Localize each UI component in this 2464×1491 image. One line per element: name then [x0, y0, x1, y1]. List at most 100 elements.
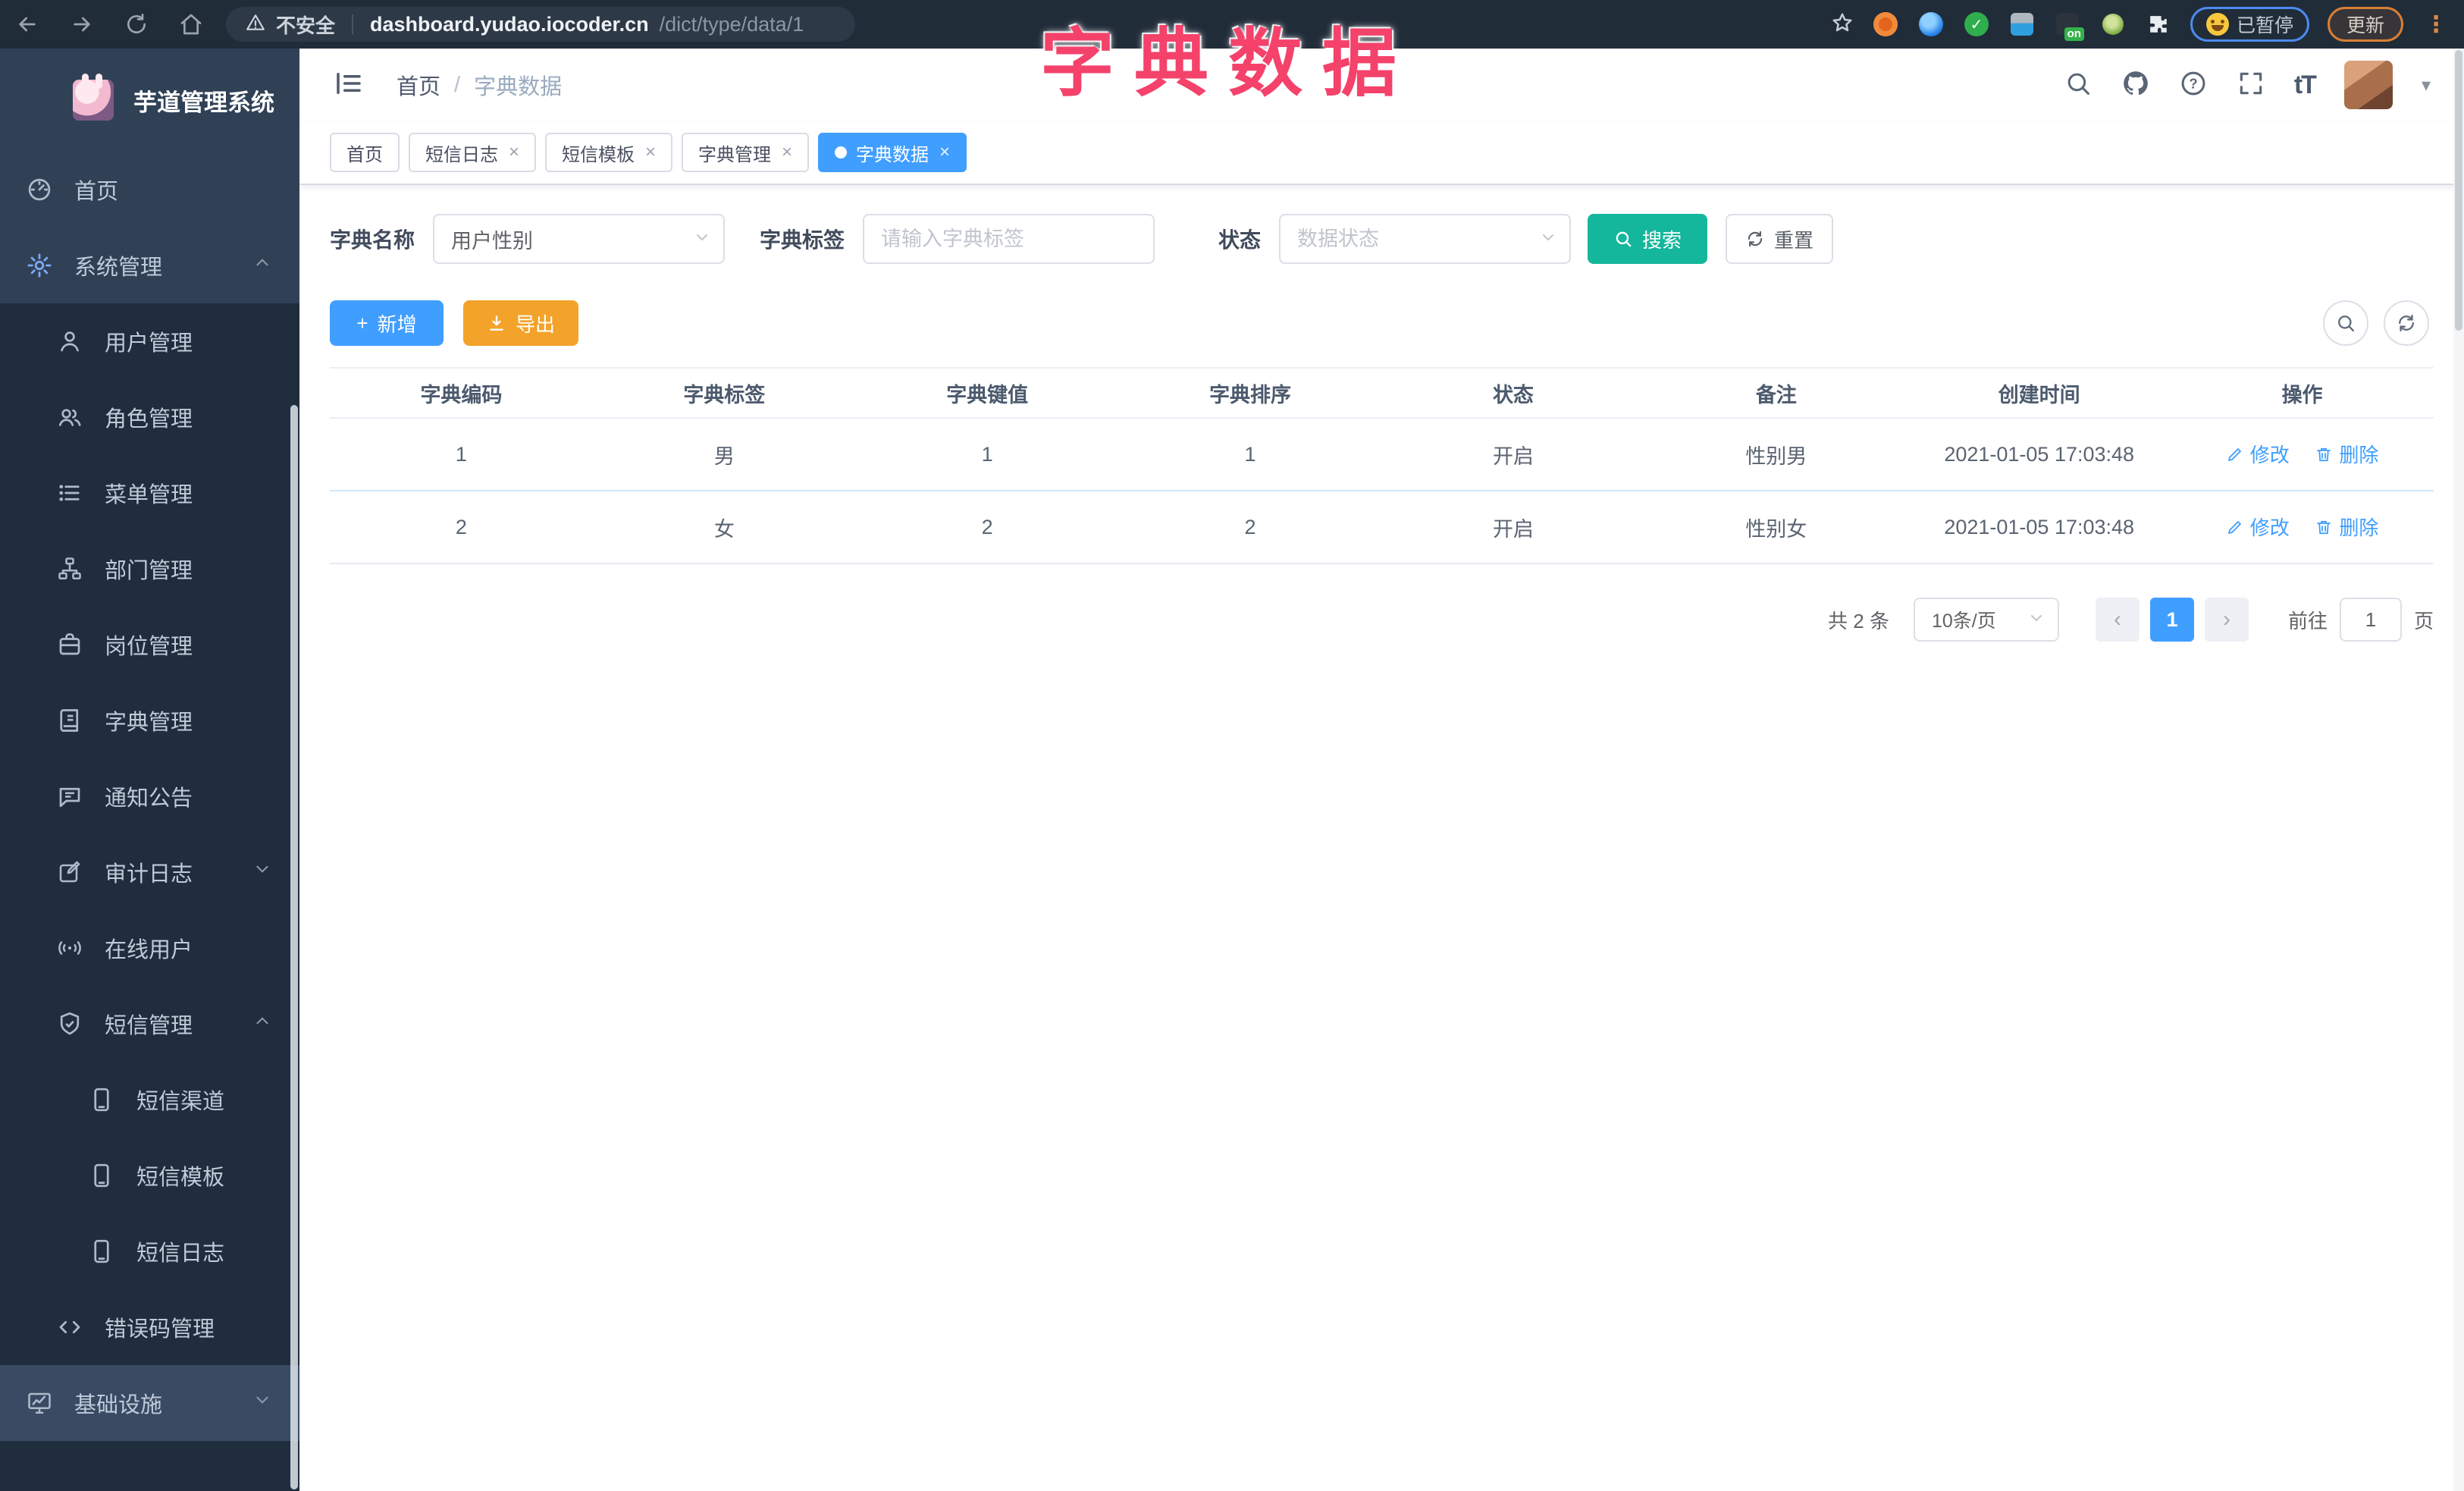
fullscreen-icon[interactable]	[2237, 69, 2265, 102]
search-icon[interactable]	[2064, 69, 2093, 102]
sidebar-bottom-strip	[0, 1441, 299, 1491]
github-icon[interactable]	[2121, 69, 2150, 102]
cell-dict-code: 1	[330, 418, 593, 491]
edit-link[interactable]: 修改	[2226, 513, 2290, 541]
avatar[interactable]	[2343, 61, 2393, 109]
browser-menu-icon[interactable]: ⋮	[2422, 11, 2450, 38]
goto-page-input[interactable]	[2339, 598, 2402, 642]
dict-name-select-value[interactable]	[451, 227, 707, 251]
search-button[interactable]: 搜索	[1588, 214, 1708, 264]
col-header: 创建时间	[1908, 367, 2171, 419]
cell-remark: 性别女	[1644, 491, 1908, 564]
cell-dict-label: 男	[592, 418, 856, 491]
tab-dict-data[interactable]: 字典数据 ×	[818, 133, 967, 172]
cell-status: 开启	[1381, 418, 1645, 491]
status-select-value[interactable]	[1297, 227, 1553, 251]
help-icon[interactable]: ?	[2179, 69, 2208, 102]
paused-label: 已暂停	[2236, 15, 2293, 36]
delete-link[interactable]: 删除	[2315, 440, 2378, 468]
extension-blue-drop-icon[interactable]	[1917, 11, 1945, 38]
sidebar-item-sms-log[interactable]: 短信日志	[0, 1213, 299, 1289]
cell-dict-value: 2	[855, 491, 1119, 564]
dict-name-select[interactable]	[433, 214, 726, 264]
page-size-value[interactable]	[1931, 608, 2041, 631]
extension-orange-icon[interactable]	[1872, 11, 1899, 38]
breadcrumb-home[interactable]: 首页	[397, 69, 440, 101]
toggle-search-button[interactable]	[2323, 300, 2368, 346]
page-scrollbar[interactable]	[2453, 49, 2464, 1491]
briefcase-icon	[56, 631, 83, 658]
col-header: 状态	[1381, 367, 1645, 419]
status-select[interactable]	[1279, 214, 1572, 264]
extension-dark-on-icon[interactable]: on	[2054, 11, 2084, 41]
refresh-table-button[interactable]	[2384, 300, 2429, 346]
dict-data-table: 字典编码 字典标签 字典键值 字典排序 状态 备注 创建时间 操作 1 男 1	[330, 367, 2434, 564]
org-tree-icon	[56, 555, 83, 582]
sidebar-item-user-mgmt[interactable]: 用户管理	[0, 303, 299, 379]
sidebar-item-menu-mgmt[interactable]: 菜单管理	[0, 455, 299, 531]
add-button[interactable]: + 新增	[330, 300, 444, 346]
reset-button[interactable]: 重置	[1726, 214, 1834, 264]
dict-label-input-wrap	[863, 214, 1155, 264]
col-header: 字典排序	[1118, 367, 1382, 419]
close-icon[interactable]: ×	[939, 142, 950, 163]
bookmark-star-icon[interactable]	[1831, 11, 1854, 38]
paused-extension-pill[interactable]: 已暂停	[2190, 7, 2309, 42]
sidebar-item-infrastructure[interactable]: 基础设施	[0, 1365, 299, 1441]
sidebar-item-system-mgmt[interactable]: 系统管理	[0, 228, 299, 303]
sidebar-item-audit-log[interactable]: 审计日志	[0, 834, 299, 910]
close-icon[interactable]: ×	[645, 142, 656, 163]
next-page-button[interactable]: ›	[2204, 598, 2249, 642]
dashboard-icon	[26, 176, 53, 203]
sidebar-item-online-users[interactable]: 在线用户	[0, 910, 299, 986]
security-warning-icon	[246, 13, 265, 36]
browser-update-button[interactable]: 更新	[2327, 7, 2403, 42]
tab-label: 短信日志	[425, 144, 498, 165]
tab-dict-mgmt[interactable]: 字典管理 ×	[682, 133, 810, 172]
sidebar-item-sms-template[interactable]: 短信模板	[0, 1138, 299, 1213]
col-header: 字典标签	[592, 367, 856, 419]
page-number-1[interactable]: 1	[2149, 598, 2194, 642]
sidebar-item-post-mgmt[interactable]: 岗位管理	[0, 607, 299, 683]
sidebar-item-notice[interactable]: 通知公告	[0, 758, 299, 834]
sidebar-scrollbar[interactable]	[290, 405, 298, 1489]
edit-link[interactable]: 修改	[2226, 440, 2290, 468]
reload-icon[interactable]	[123, 11, 150, 38]
phone-icon	[88, 1162, 115, 1189]
sidebar-item-dept-mgmt[interactable]: 部门管理	[0, 531, 299, 607]
cell-create-time: 2021-01-05 17:03:48	[1908, 491, 2171, 564]
address-bar[interactable]: 不安全 dashboard.yudao.iocoder.cn/dict/type…	[226, 7, 855, 42]
sidebar-item-errorcode-mgmt[interactable]: 错误码管理	[0, 1289, 299, 1365]
extension-green-check-icon[interactable]: ✓	[1963, 11, 1990, 38]
sidebar-collapse-icon[interactable]	[333, 67, 365, 103]
chevron-up-icon	[252, 1011, 272, 1037]
caret-down-icon[interactable]: ▾	[2422, 74, 2431, 96]
tab-sms-template[interactable]: 短信模板 ×	[545, 133, 673, 172]
extension-blue-diamond-icon[interactable]	[2008, 11, 2036, 38]
extension-green-leaf-icon[interactable]	[2099, 11, 2127, 38]
dict-label-input[interactable]	[881, 227, 1137, 251]
extension-puzzle-icon[interactable]	[2145, 11, 2172, 38]
close-icon[interactable]: ×	[782, 142, 792, 163]
prev-page-button[interactable]: ‹	[2095, 598, 2140, 642]
delete-link[interactable]: 删除	[2315, 513, 2378, 541]
scrollbar-thumb[interactable]	[2455, 50, 2462, 331]
sidebar-item-sms-channel[interactable]: 短信渠道	[0, 1062, 299, 1138]
font-size-icon[interactable]: tT	[2294, 71, 2317, 100]
page-size-select[interactable]	[1913, 598, 2059, 642]
tab-home[interactable]: 首页	[330, 133, 400, 172]
sidebar-item-dict-mgmt[interactable]: 字典管理	[0, 683, 299, 758]
tab-sms-log[interactable]: 短信日志 ×	[409, 133, 537, 172]
export-button[interactable]: 导出	[463, 300, 578, 346]
home-icon[interactable]	[177, 11, 205, 38]
system-submenu: 用户管理 角色管理 菜单管理 部门管理 岗位管理 字典管理 通知公告 审计日志 …	[0, 303, 299, 1365]
sidebar-item-role-mgmt[interactable]: 角色管理	[0, 379, 299, 455]
back-icon[interactable]	[14, 11, 41, 38]
forward-icon[interactable]	[68, 11, 96, 38]
search-button-label: 搜索	[1642, 228, 1682, 252]
cell-actions: 修改 删除	[2171, 491, 2434, 564]
close-icon[interactable]: ×	[509, 142, 519, 163]
sidebar-item-sms-mgmt[interactable]: 短信管理	[0, 986, 299, 1062]
sidebar-item-home[interactable]: 首页	[0, 152, 299, 228]
code-icon	[56, 1314, 83, 1341]
